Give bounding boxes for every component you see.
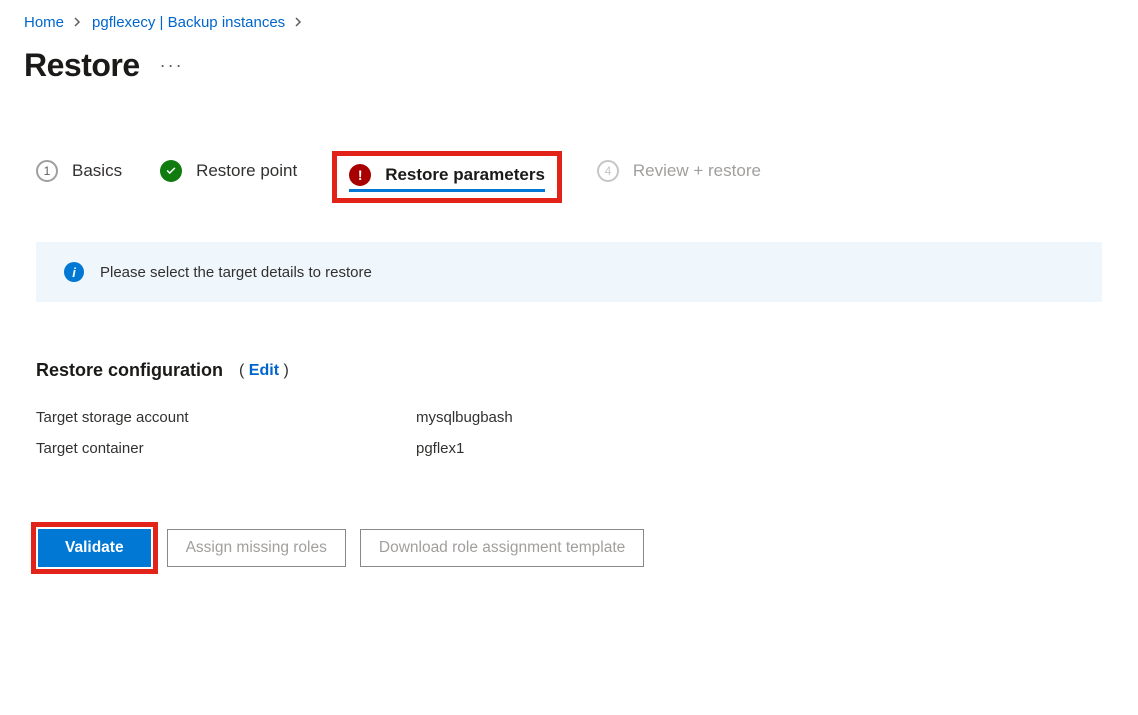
validate-button[interactable]: Validate bbox=[38, 529, 151, 567]
step-label: Restore parameters bbox=[385, 165, 545, 185]
step-review-restore[interactable]: 4 Review + restore bbox=[597, 160, 761, 194]
info-banner: i Please select the target details to re… bbox=[36, 242, 1102, 302]
wizard-stepper: 1 Basics Restore point ! Restore paramet… bbox=[36, 154, 1102, 200]
chevron-right-icon bbox=[295, 16, 303, 30]
info-banner-text: Please select the target details to rest… bbox=[100, 264, 372, 281]
step-label: Basics bbox=[72, 161, 122, 181]
config-rows: Target storage account mysqlbugbash Targ… bbox=[36, 409, 1102, 457]
step-number-icon: 4 bbox=[597, 160, 619, 182]
assign-missing-roles-button[interactable]: Assign missing roles bbox=[167, 529, 346, 567]
page-header: Restore ··· bbox=[0, 37, 1138, 84]
step-number-icon: 1 bbox=[36, 160, 58, 182]
step-restore-point[interactable]: Restore point bbox=[160, 160, 297, 194]
breadcrumb-home[interactable]: Home bbox=[24, 14, 64, 31]
section-header: Restore configuration ( Edit ) bbox=[36, 360, 1102, 381]
info-icon: i bbox=[64, 262, 84, 282]
check-circle-icon bbox=[160, 160, 182, 182]
edit-link[interactable]: Edit bbox=[249, 362, 279, 379]
step-restore-parameters[interactable]: ! Restore parameters bbox=[335, 154, 559, 200]
error-circle-icon: ! bbox=[349, 164, 371, 186]
step-label: Restore point bbox=[196, 161, 297, 181]
breadcrumb: Home pgflexecy | Backup instances bbox=[0, 0, 1138, 37]
footer-buttons: Validate Assign missing roles Download r… bbox=[36, 527, 1102, 569]
more-menu-icon[interactable]: ··· bbox=[160, 55, 184, 76]
page-title: Restore bbox=[24, 47, 140, 84]
row-target-container: Target container pgflex1 bbox=[36, 440, 1102, 457]
row-key: Target storage account bbox=[36, 409, 416, 426]
row-key: Target container bbox=[36, 440, 416, 457]
download-role-assignment-template-button[interactable]: Download role assignment template bbox=[360, 529, 644, 567]
restore-configuration-section: Restore configuration ( Edit ) Target st… bbox=[36, 360, 1102, 457]
validate-highlight: Validate bbox=[36, 527, 153, 569]
edit-wrapper: ( Edit ) bbox=[239, 362, 289, 380]
step-basics[interactable]: 1 Basics bbox=[36, 160, 122, 194]
section-heading: Restore configuration bbox=[36, 360, 223, 381]
step-label: Review + restore bbox=[633, 161, 761, 181]
row-value: mysqlbugbash bbox=[416, 409, 513, 426]
chevron-right-icon bbox=[74, 16, 82, 30]
row-value: pgflex1 bbox=[416, 440, 464, 457]
row-target-storage-account: Target storage account mysqlbugbash bbox=[36, 409, 1102, 426]
breadcrumb-resource[interactable]: pgflexecy | Backup instances bbox=[92, 14, 285, 31]
